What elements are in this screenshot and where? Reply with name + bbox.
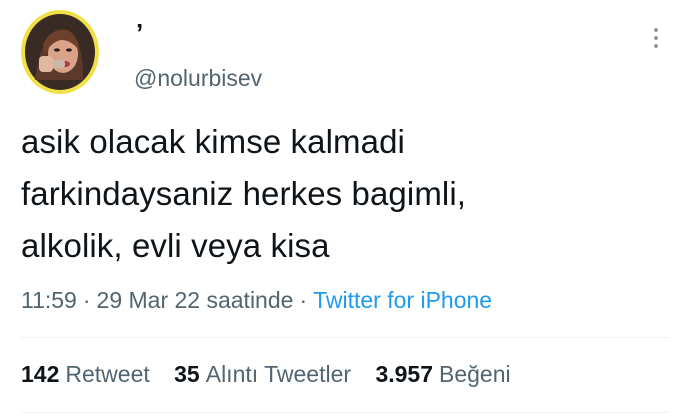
tweet-source-link[interactable]: Twitter for iPhone (313, 287, 492, 313)
tweet-card: ’ @nolurbisev asik olacak kimse kalmadi … (0, 0, 690, 420)
divider (21, 412, 669, 413)
tweet-date[interactable]: 29 Mar 22 saatinde (97, 287, 294, 313)
tweet-text: asik olacak kimse kalmadi farkindaysaniz… (21, 123, 467, 264)
retweet-stat[interactable]: 142 Retweet (21, 359, 150, 389)
avatar-photo (25, 14, 95, 90)
like-stat[interactable]: 3.957 Beğeni (375, 359, 510, 389)
quote-tweet-label: Alıntı Tweetler (205, 361, 352, 387)
quote-tweet-stat[interactable]: 35 Alıntı Tweetler (174, 359, 351, 389)
meta-separator: · (299, 287, 308, 313)
retweet-label: Retweet (65, 361, 150, 387)
tweet-meta: 11:59 · 29 Mar 22 saatinde · Twitter for iPh… (21, 285, 492, 315)
like-count: 3.957 (375, 361, 433, 387)
more-vertical-icon[interactable] (648, 24, 664, 52)
tweet-time[interactable]: 11:59 (21, 287, 77, 313)
meta-separator: · (82, 287, 91, 313)
tweet-stats: 142 Retweet 35 Alıntı Tweetler 3.957 Beğeni (21, 359, 529, 389)
like-label: Beğeni (439, 361, 511, 387)
user-handle[interactable]: @nolurbisev (134, 64, 262, 92)
avatar[interactable] (21, 10, 99, 94)
divider (21, 337, 669, 338)
quote-tweet-count: 35 (174, 361, 200, 387)
retweet-count: 142 (21, 361, 60, 387)
display-name[interactable]: ’ (136, 18, 143, 48)
